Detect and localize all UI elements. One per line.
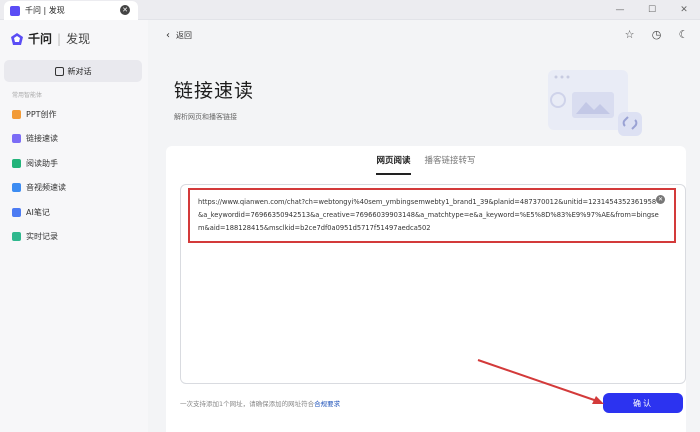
confirm-button[interactable]: 确认 xyxy=(603,393,683,413)
window-controls: — ☐ ✕ xyxy=(604,0,700,20)
mode-tabs: 网页阅读 播客链接转写 xyxy=(166,154,686,175)
sidebar-item-live-record[interactable]: 实时记录 xyxy=(0,225,148,250)
main-panel: ‹ 返回 ☆ ◷ ☾ 链接速读 解析网页和播客链接 网页阅读 播客链接转写 ht… xyxy=(148,20,700,432)
history-icon[interactable]: ◷ xyxy=(650,28,663,41)
new-chat-label: 新对话 xyxy=(67,66,92,76)
brand[interactable]: 千问 | 发现 xyxy=(10,30,90,47)
brand-name: 千问 xyxy=(28,32,53,46)
browser-tab[interactable]: 千问 | 发现 ✕ xyxy=(4,1,138,20)
page-title: 链接速读 xyxy=(174,80,255,102)
section-label: 常用智能体 xyxy=(12,92,43,99)
sidebar-item-label: AI笔记 xyxy=(26,207,50,217)
compliance-link[interactable]: 合规要求 xyxy=(314,400,340,408)
agent-menu: PPT创作 链接速读 阅读助手 音视频速读 AI笔记 实时记录 xyxy=(0,102,148,249)
tab-web-reading[interactable]: 网页阅读 xyxy=(376,154,411,175)
sidebar-item-label: 链接速读 xyxy=(26,134,58,144)
dark-mode-icon[interactable]: ☾ xyxy=(677,28,690,41)
link-icon xyxy=(12,134,21,144)
new-chat-button[interactable]: 新对话 xyxy=(4,60,142,82)
sidebar-item-ai-notes[interactable]: AI笔记 xyxy=(0,200,148,225)
brand-sub: 发现 xyxy=(66,32,91,46)
new-chat-icon xyxy=(54,66,64,76)
sidebar-item-av-reader[interactable]: 音视频速读 xyxy=(0,176,148,201)
back-label: 返回 xyxy=(176,31,192,40)
title-bar: 千问 | 发现 ✕ — ☐ ✕ xyxy=(0,0,700,20)
page-subtitle: 解析网页和播客链接 xyxy=(174,113,237,121)
minimize-button[interactable]: — xyxy=(604,0,636,20)
top-actions: ☆ ◷ ☾ xyxy=(623,28,690,41)
input-card: 网页阅读 播客链接转写 https://www.qianwen.com/chat… xyxy=(166,146,686,432)
record-icon xyxy=(12,232,21,242)
link-illustration xyxy=(548,70,642,136)
tab-close-icon[interactable]: ✕ xyxy=(120,5,130,15)
tab-title: 千问 | 发现 xyxy=(25,6,65,15)
sidebar-item-label: 音视频速读 xyxy=(26,183,66,193)
sidebar-item-link-reader[interactable]: 链接速读 xyxy=(0,127,148,152)
sidebar-item-reading-assistant[interactable]: 阅读助手 xyxy=(0,151,148,176)
clear-input-icon[interactable]: ✕ xyxy=(656,195,665,204)
url-input-value[interactable]: https://www.qianwen.com/chat?ch=webtongy… xyxy=(198,196,660,235)
sidebar-item-label: 阅读助手 xyxy=(26,158,58,168)
sidebar-item-label: 实时记录 xyxy=(26,232,58,242)
close-window-button[interactable]: ✕ xyxy=(668,0,700,20)
footnote: 一次支持添加1个网址，请确保添加的网址符合合规要求 xyxy=(180,398,340,408)
ppt-icon xyxy=(12,109,21,119)
star-icon[interactable]: ☆ xyxy=(623,28,636,41)
brand-divider: | xyxy=(57,31,62,46)
back-button[interactable]: ‹ 返回 xyxy=(166,30,192,41)
sidebar: 千问 | 发现 新对话 常用智能体 PPT创作 链接速读 阅读助手 音视频速读 … xyxy=(0,20,148,432)
book-icon xyxy=(12,158,21,168)
qianwen-logo-icon xyxy=(11,32,23,45)
tab-podcast-transcribe[interactable]: 播客链接转写 xyxy=(425,154,476,175)
maximize-button[interactable]: ☐ xyxy=(636,0,668,20)
sidebar-item-label: PPT创作 xyxy=(26,109,57,119)
media-icon xyxy=(12,183,21,193)
app-logo-icon xyxy=(10,5,20,16)
sidebar-item-ppt[interactable]: PPT创作 xyxy=(0,102,148,127)
footnote-text: 一次支持添加1个网址，请确保添加的网址符合 xyxy=(180,400,315,408)
chevron-left-icon: ‹ xyxy=(166,30,170,41)
notes-icon xyxy=(12,207,21,217)
